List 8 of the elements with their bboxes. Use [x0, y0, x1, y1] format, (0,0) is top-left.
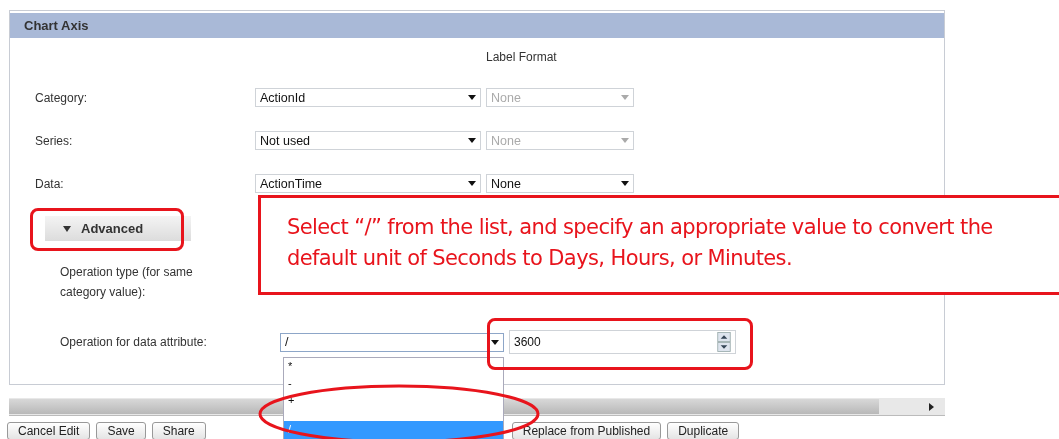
field-label: Operation for data attribute: — [60, 335, 208, 349]
panel-title: Chart Axis — [24, 18, 89, 33]
field-label: Operation type (for same category value): — [60, 264, 194, 301]
field-label: Data: — [35, 176, 65, 191]
field-label: Category: — [35, 90, 89, 105]
field-label: Series: — [35, 133, 74, 148]
callout-text: Select “/” from the list, and specify an appropriate value to convert the default unit of Seconds to Days, Hours, or Minutes. — [287, 214, 994, 272]
column-heading: Label Format — [486, 50, 557, 64]
